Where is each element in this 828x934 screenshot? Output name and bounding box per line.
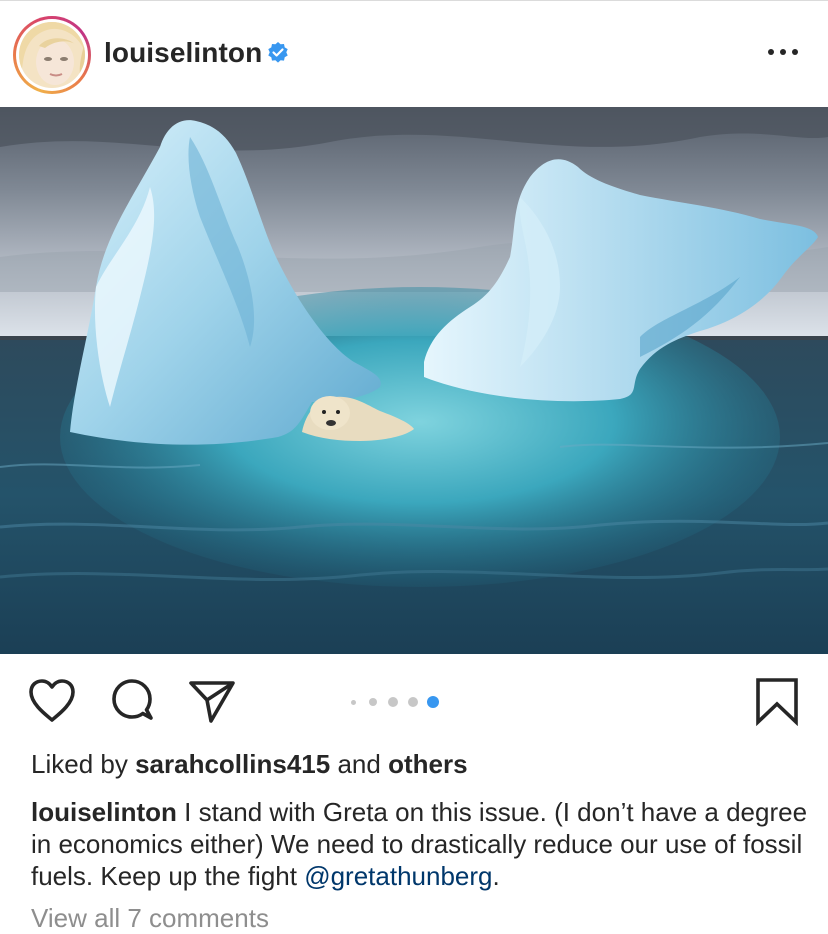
carousel-indicator	[348, 696, 458, 708]
post-photo[interactable]	[0, 107, 828, 654]
carousel-dot	[369, 698, 377, 706]
carousel-dot-active	[427, 696, 439, 708]
carousel-dot	[408, 697, 418, 707]
comment-icon[interactable]	[107, 676, 157, 726]
likes-conjunction: and	[337, 749, 381, 779]
verified-badge-icon	[268, 42, 288, 63]
carousel-dot	[351, 700, 356, 705]
caption-mention-link[interactable]: @gretathunberg	[304, 861, 492, 891]
bookmark-icon[interactable]	[752, 676, 802, 726]
post-username[interactable]: louiselinton	[104, 37, 262, 69]
caption-end: .	[492, 861, 500, 891]
paper-plane-icon[interactable]	[187, 676, 237, 726]
view-all-comments-link[interactable]: View all 7 comments	[31, 903, 269, 934]
avatar[interactable]	[13, 16, 91, 94]
more-options-icon[interactable]	[764, 41, 804, 61]
heart-icon[interactable]	[27, 676, 77, 726]
caption-username[interactable]: louiselinton	[31, 797, 177, 827]
post-header: louiselinton	[0, 1, 828, 107]
post-caption: louiselinton I stand with Greta on this …	[31, 796, 811, 892]
liked-by-user-link[interactable]: sarahcollins415	[135, 749, 330, 779]
carousel-dot	[388, 697, 398, 707]
likes-summary: Liked by sarahcollins415 and others	[31, 749, 468, 780]
avatar-image	[19, 22, 85, 88]
likes-prefix: Liked by	[31, 749, 128, 779]
likes-others-link[interactable]: others	[388, 749, 467, 779]
